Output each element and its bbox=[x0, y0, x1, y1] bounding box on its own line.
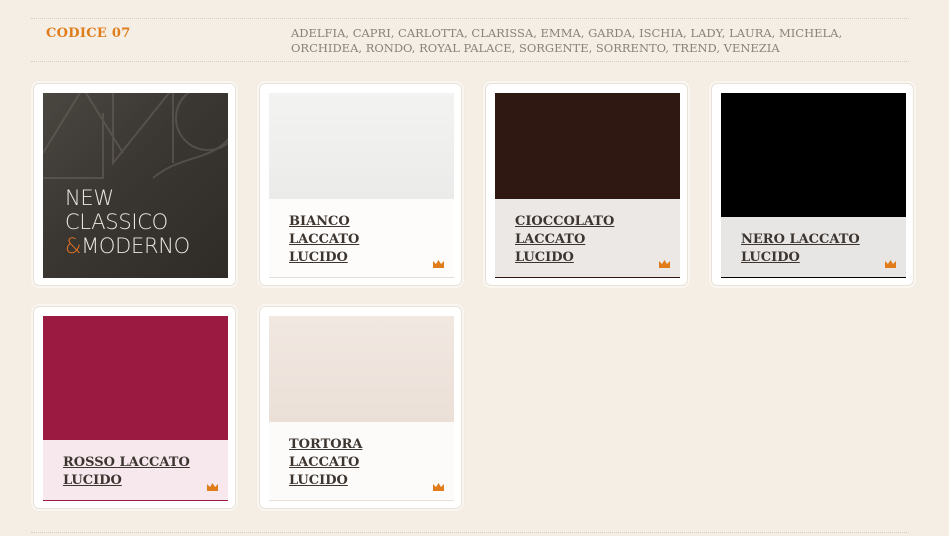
promo-line-new: NEW bbox=[65, 186, 114, 210]
color-swatch bbox=[269, 316, 454, 422]
finish-card-tortora[interactable]: TORTORA LACCATO LUCIDO bbox=[259, 306, 462, 509]
promo-ampersand: & bbox=[65, 234, 82, 258]
finish-label-area: BIANCO LACCATO LUCIDO bbox=[269, 199, 454, 278]
crown-icon bbox=[659, 260, 670, 268]
code-title: CODICE 07 bbox=[46, 26, 131, 41]
promo-headline: NEW CLASSICO &MODERNO bbox=[65, 186, 190, 258]
finish-label-area: TORTORA LACCATO LUCIDO bbox=[269, 422, 454, 501]
color-swatch bbox=[269, 93, 454, 199]
finish-card-cioccolato[interactable]: CIOCCOLATO LACCATO LUCIDO bbox=[485, 83, 688, 286]
code-header: CODICE 07 ADELFIA, CAPRI, CARLOTTA, CLAR… bbox=[31, 18, 909, 62]
crown-icon bbox=[885, 260, 896, 268]
crown-icon bbox=[433, 483, 444, 491]
color-swatch bbox=[721, 93, 906, 217]
finish-label-area: NERO LACCATO LUCIDO bbox=[721, 217, 906, 278]
promo-line-classico: CLASSICO bbox=[65, 210, 168, 234]
finish-label-area: ROSSO LACCATO LUCIDO bbox=[43, 440, 228, 501]
finish-card-nero[interactable]: NERO LACCATO LUCIDO bbox=[711, 83, 914, 286]
crown-icon bbox=[433, 260, 444, 268]
finish-link[interactable]: NERO LACCATO LUCIDO bbox=[741, 231, 886, 267]
finish-card-rosso[interactable]: ROSSO LACCATO LUCIDO bbox=[33, 306, 236, 509]
promo-line-moderno: &MODERNO bbox=[65, 234, 190, 258]
finish-card-bianco[interactable]: BIANCO LACCATO LUCIDO bbox=[259, 83, 462, 286]
finish-link[interactable]: BIANCO LACCATO LUCIDO bbox=[289, 213, 434, 267]
promo-image: NEW CLASSICO &MODERNO bbox=[43, 93, 228, 278]
footer-divider bbox=[31, 532, 909, 533]
color-swatch bbox=[43, 316, 228, 440]
finish-link[interactable]: CIOCCOLATO LACCATO LUCIDO bbox=[515, 213, 660, 267]
finish-link[interactable]: ROSSO LACCATO LUCIDO bbox=[63, 454, 208, 490]
compatible-models-list: ADELFIA, CAPRI, CARLOTTA, CLARISSA, EMMA… bbox=[291, 26, 843, 55]
crown-icon bbox=[207, 483, 218, 491]
color-swatch bbox=[495, 93, 680, 199]
finish-link[interactable]: TORTORA LACCATO LUCIDO bbox=[289, 436, 434, 490]
finish-label-area: CIOCCOLATO LACCATO LUCIDO bbox=[495, 199, 680, 278]
promo-card: NEW CLASSICO &MODERNO bbox=[33, 83, 236, 286]
